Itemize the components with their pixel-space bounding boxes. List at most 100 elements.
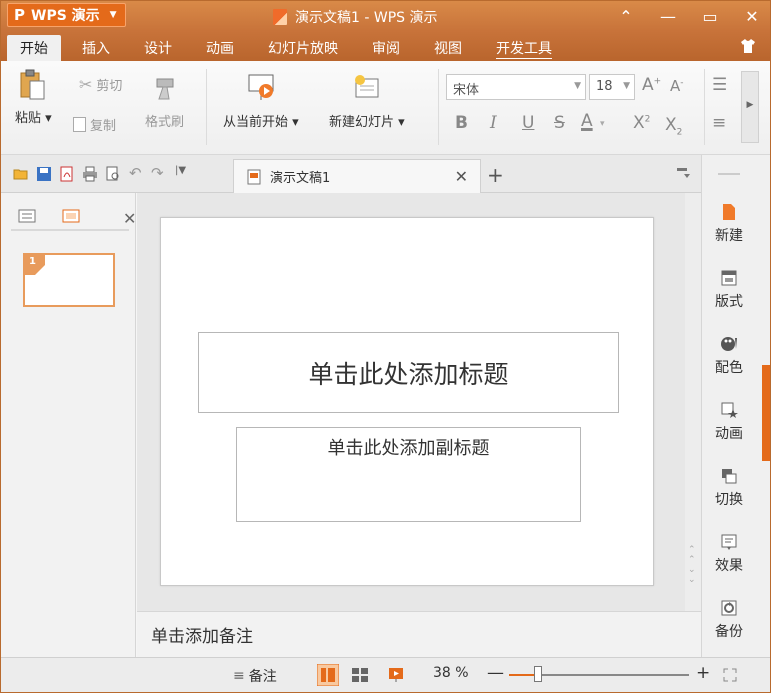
start-from-current-label: 从当前开始: [223, 115, 289, 130]
font-color-dropdown-icon[interactable]: ▾: [600, 119, 605, 129]
task-layout[interactable]: 版式: [702, 269, 756, 311]
customize-toolbar-icon[interactable]: |▼: [175, 165, 191, 181]
status-bar: ≡ 备注 38 % — +: [1, 657, 770, 692]
title-placeholder[interactable]: 单击此处添加标题: [198, 332, 619, 413]
format-painter-button[interactable]: 格式刷: [145, 75, 184, 130]
ribbon-toolbar: 粘贴 ▾ ✂ 剪切 复制 格式刷 从当前开始 ▾ 新建幻灯片 ▾ 宋体 ▼ 18…: [1, 61, 770, 155]
app-menu-button[interactable]: P WPS 演示 ▼: [7, 3, 126, 27]
slides-view-icon[interactable]: [61, 207, 81, 225]
font-name-value: 宋体: [453, 83, 480, 98]
task-effects[interactable]: 效果: [702, 533, 756, 575]
window-title: 演示文稿1 - WPS 演示: [273, 7, 437, 27]
slide-sorter-view-icon[interactable]: [351, 667, 369, 683]
save-icon[interactable]: [36, 166, 52, 182]
close-tab-icon[interactable]: ✕: [455, 167, 468, 186]
presentation-doc-icon: [273, 9, 287, 25]
zoom-in-icon[interactable]: +: [696, 663, 710, 683]
tab-developer[interactable]: 开发工具: [483, 35, 565, 61]
document-tab-bar: ↶ ↷ |▼ 演示文稿1 ✕ +: [1, 155, 701, 193]
tab-insert[interactable]: 插入: [69, 35, 123, 61]
new-slide-label: 新建幻灯片: [329, 115, 395, 130]
strikethrough-icon[interactable]: S: [554, 113, 565, 133]
reading-view-icon[interactable]: [387, 667, 405, 683]
new-slide-icon: [354, 75, 379, 98]
caret-down-icon: ▼: [109, 10, 117, 20]
chevron-up-icon[interactable]: ⌃: [614, 7, 638, 26]
export-pdf-icon[interactable]: [59, 166, 75, 182]
slide-thumbnail[interactable]: 1: [23, 253, 115, 307]
redo-icon[interactable]: ↷: [151, 164, 167, 182]
window-title-text: 演示文稿1 - WPS 演示: [295, 10, 438, 26]
task-animation[interactable]: 动画: [702, 401, 756, 443]
document-tab[interactable]: 演示文稿1 ✕: [233, 159, 481, 193]
normal-view-icon[interactable]: [317, 664, 339, 686]
zoom-level[interactable]: 38 %: [433, 665, 469, 681]
paste-button[interactable]: 粘贴 ▾: [15, 69, 52, 126]
presentation-doc-icon: [247, 169, 261, 184]
notes-toggle-button[interactable]: ≡ 备注: [233, 666, 277, 686]
page-nav-arrows-icon[interactable]: ⌃ ⌃ ⌄ ⌄: [688, 545, 696, 585]
grow-font-icon[interactable]: A+: [642, 75, 661, 95]
app-name: WPS 演示: [31, 8, 100, 24]
task-color-scheme-label: 配色: [715, 360, 743, 376]
zoom-slider-thumb[interactable]: [534, 666, 542, 682]
pane-toggle-handle[interactable]: [762, 365, 770, 461]
fit-to-window-icon[interactable]: [723, 668, 737, 682]
task-color-scheme[interactable]: 配色: [702, 335, 756, 377]
undo-icon[interactable]: ↶: [129, 164, 145, 182]
task-transition-label: 切换: [715, 492, 743, 508]
ribbon-scroll-right-icon[interactable]: ▶: [741, 71, 759, 143]
font-name-select[interactable]: 宋体 ▼: [446, 74, 586, 100]
superscript-icon[interactable]: X2: [633, 113, 650, 133]
minimize-icon[interactable]: —: [656, 7, 680, 26]
zoom-slider[interactable]: [509, 666, 689, 682]
add-tab-icon[interactable]: +: [487, 163, 504, 187]
tab-view[interactable]: 视图: [421, 35, 475, 61]
clipboard-icon: [20, 69, 45, 100]
task-animation-label: 动画: [715, 426, 743, 442]
subscript-icon[interactable]: X2: [665, 115, 682, 137]
task-transition[interactable]: 切换: [702, 467, 756, 509]
zoom-out-icon[interactable]: —: [487, 663, 504, 683]
close-panel-icon[interactable]: ✕: [123, 209, 136, 228]
layout-icon: [721, 270, 737, 286]
panel-tabs: ✕: [11, 203, 136, 231]
subtitle-placeholder[interactable]: 单击此处添加副标题: [236, 427, 581, 522]
align-icon[interactable]: ≡: [712, 113, 726, 133]
ribbon-collapse-icon[interactable]: [677, 168, 691, 180]
tab-slideshow[interactable]: 幻灯片放映: [255, 35, 351, 61]
font-size-select[interactable]: 18 ▼: [589, 74, 635, 100]
outline-view-icon[interactable]: [17, 207, 37, 225]
tab-design[interactable]: 设计: [131, 35, 185, 61]
cut-button[interactable]: ✂ 剪切: [79, 75, 122, 94]
shrink-font-icon[interactable]: A-: [670, 77, 684, 95]
copy-button[interactable]: 复制: [73, 115, 116, 134]
slide-canvas[interactable]: 单击此处添加标题 单击此处添加副标题: [160, 217, 654, 586]
notes-area[interactable]: 单击添加备注: [137, 611, 701, 657]
font-color-icon[interactable]: A: [581, 111, 593, 131]
skin-shirt-icon[interactable]: [740, 38, 756, 54]
bold-icon[interactable]: B: [455, 113, 468, 133]
ribbon-separator: [704, 69, 705, 145]
maximize-icon[interactable]: ▭: [698, 7, 722, 26]
task-new[interactable]: 新建: [702, 203, 756, 245]
tab-review[interactable]: 审阅: [359, 35, 413, 61]
print-icon[interactable]: [82, 166, 98, 182]
ribbon-separator: [438, 69, 439, 145]
menu-bar: 开始 插入 设计 动画 幻灯片放映 审阅 视图 开发工具: [1, 31, 770, 61]
vertical-scrollbar[interactable]: ⌃ ⌃ ⌄ ⌄: [685, 193, 701, 611]
close-icon[interactable]: ✕: [740, 7, 764, 26]
print-preview-icon[interactable]: [105, 166, 121, 182]
tab-animation[interactable]: 动画: [193, 35, 247, 61]
italic-icon[interactable]: I: [490, 113, 497, 133]
underline-icon[interactable]: U: [522, 113, 534, 133]
tab-home[interactable]: 开始: [7, 35, 61, 61]
bullet-list-icon[interactable]: ☰: [712, 75, 727, 95]
new-slide-button[interactable]: 新建幻灯片 ▾: [329, 73, 405, 130]
open-folder-icon[interactable]: [13, 166, 29, 182]
app-window: P WPS 演示 ▼ 演示文稿1 - WPS 演示 ⌃ — ▭ ✕ 开始 插入 …: [0, 0, 771, 693]
start-from-current-button[interactable]: 从当前开始 ▾: [223, 73, 299, 130]
task-backup[interactable]: 备份: [702, 599, 756, 641]
notes-toggle-label: 备注: [248, 669, 277, 685]
task-new-label: 新建: [715, 228, 743, 244]
